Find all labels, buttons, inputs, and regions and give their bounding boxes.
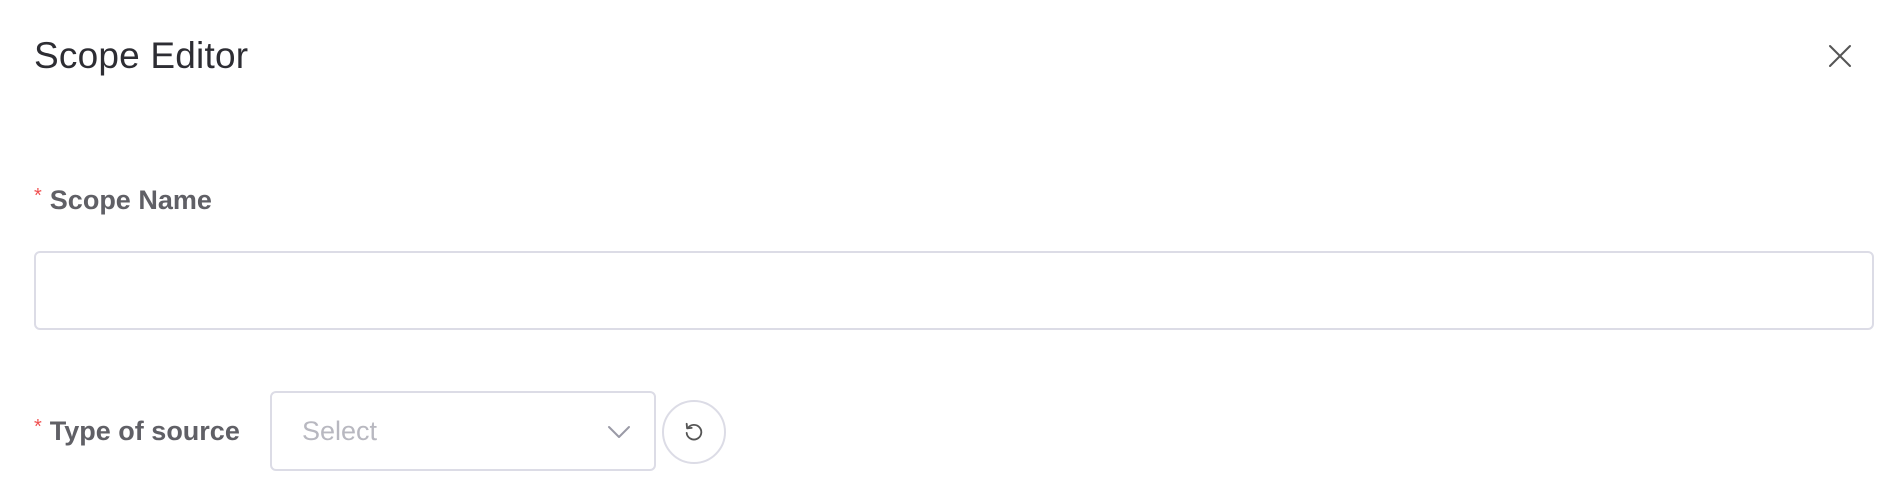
refresh-icon — [685, 422, 703, 441]
dialog-header: Scope Editor — [34, 34, 1856, 82]
scope-name-label: * Scope Name — [34, 183, 212, 217]
type-of-source-label-text: Type of source — [49, 416, 240, 446]
type-of-source-select[interactable]: Select — [270, 391, 656, 471]
required-marker: * — [34, 185, 42, 207]
chevron-down-icon — [608, 426, 630, 438]
scope-name-input[interactable] — [34, 251, 1874, 330]
close-icon — [1829, 45, 1851, 67]
dialog-title: Scope Editor — [34, 35, 249, 76]
type-of-source-label: * Type of source — [34, 414, 240, 448]
select-placeholder: Select — [302, 416, 378, 446]
reset-source-button[interactable] — [662, 400, 726, 464]
close-button[interactable] — [1824, 40, 1856, 72]
scope-editor-dialog: Scope Editor * Scope Name * Type of source… — [0, 0, 1890, 490]
required-marker: * — [34, 416, 42, 438]
scope-name-label-text: Scope Name — [49, 185, 212, 215]
